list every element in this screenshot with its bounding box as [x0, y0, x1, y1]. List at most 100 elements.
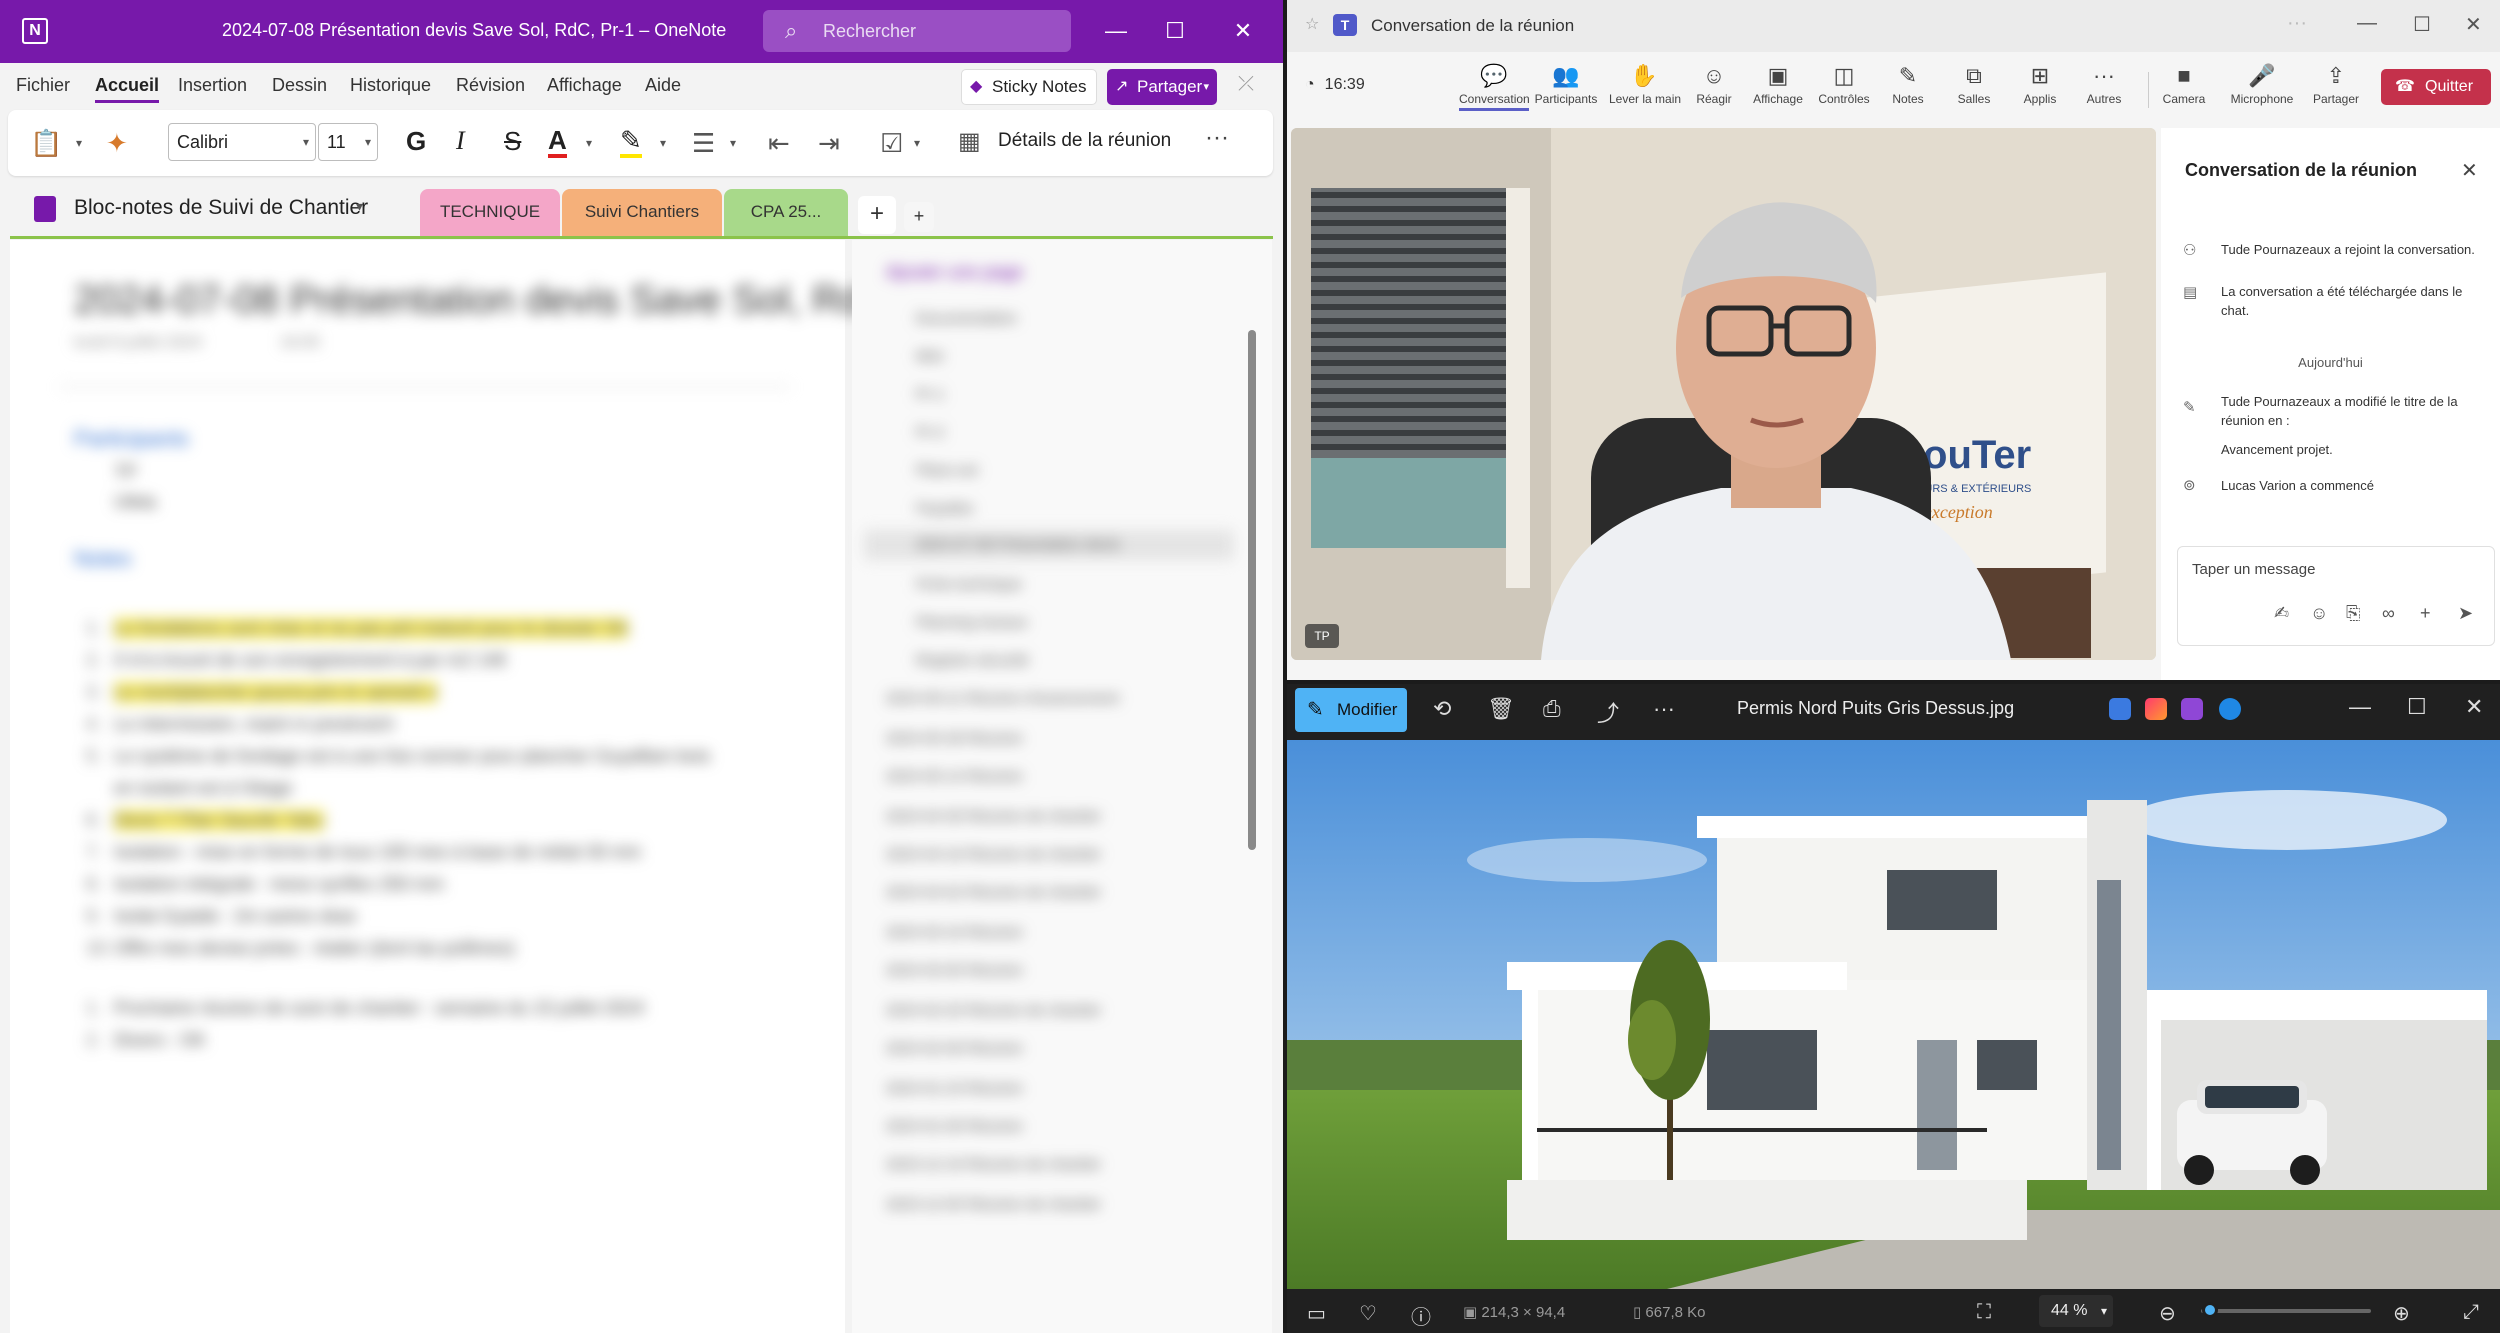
- menu-insertion[interactable]: Insertion: [178, 75, 247, 96]
- maximize-icon[interactable]: ☐: [1155, 14, 1195, 48]
- chevron-down-icon[interactable]: ▾: [356, 198, 363, 215]
- menu-historique[interactable]: Historique: [350, 75, 431, 96]
- highlight-chevron-icon[interactable]: ▾: [660, 126, 666, 160]
- share-screen-button[interactable]: ⇪ Partager: [2301, 62, 2371, 106]
- page-item[interactable]: 2024-04-02 Réunion de chantier: [886, 884, 1101, 901]
- tool-more[interactable]: ··· Autres: [2069, 62, 2139, 106]
- zoom-out-icon[interactable]: ⊖: [2159, 1301, 2176, 1326]
- more-icon[interactable]: ···: [2287, 12, 2307, 35]
- tool-raise-hand[interactable]: ✋ Lever la main: [1609, 62, 1681, 106]
- page-item[interactable]: 2024-05-14 Réunion: [886, 768, 1023, 785]
- pin-icon[interactable]: ☆: [1305, 14, 1319, 34]
- fullscreen-icon[interactable]: ⤢: [2463, 1301, 2479, 1324]
- page-item[interactable]: 2024-05-28 Réunion: [886, 730, 1023, 747]
- edit-button[interactable]: ✎ Modifier: [1295, 688, 1407, 732]
- paste-icon[interactable]: 📋: [30, 126, 62, 160]
- notebook-title[interactable]: Bloc-notes de Suivi de Chantier: [74, 196, 368, 220]
- maximize-icon[interactable]: ☐: [2407, 694, 2427, 720]
- menu-affichage[interactable]: Affichage: [547, 75, 622, 96]
- search-box[interactable]: ⌕ Rechercher: [763, 10, 1071, 52]
- send-icon[interactable]: ➤: [2458, 603, 2473, 624]
- participant-video[interactable]: TraouTer INTÉRIEURS & EXTÉRIEURS d'excep…: [1291, 128, 2156, 660]
- tool-view[interactable]: ▣ Affichage: [1743, 62, 1813, 106]
- increase-indent-icon[interactable]: ⇥: [818, 126, 840, 160]
- camera-button[interactable]: ■ Camera: [2149, 62, 2219, 106]
- tool-conversation[interactable]: 💬 Conversation: [1459, 62, 1530, 111]
- menu-fichier[interactable]: Fichier: [16, 75, 70, 96]
- page-item[interactable]: 2024-01-09 Réunion: [886, 1118, 1023, 1135]
- italic-button[interactable]: I: [456, 126, 465, 156]
- zoom-in-icon[interactable]: ⊕: [2393, 1301, 2410, 1326]
- attach-icon[interactable]: ⎘: [2346, 603, 2360, 624]
- minimize-icon[interactable]: —: [2357, 12, 2377, 35]
- bold-button[interactable]: G: [406, 126, 426, 157]
- maximize-icon[interactable]: ☐: [2413, 12, 2431, 37]
- leave-meeting-button[interactable]: ☎ Quitter: [2381, 69, 2491, 105]
- print-icon[interactable]: ⎙: [1543, 696, 1561, 722]
- font-color-chevron-icon[interactable]: ▾: [586, 126, 592, 160]
- meeting-details-button[interactable]: ▦ Détails de la réunion: [958, 128, 1171, 155]
- page-item[interactable]: Pr-2: [916, 424, 944, 441]
- strikethrough-button[interactable]: S: [504, 126, 521, 157]
- menu-accueil[interactable]: Accueil: [95, 75, 160, 103]
- section-tab-suivi-chantiers[interactable]: Suivi Chantiers: [562, 189, 722, 237]
- menu-revision[interactable]: Révision: [456, 75, 525, 96]
- add-section-button[interactable]: +: [858, 196, 896, 234]
- close-icon[interactable]: ✕: [2465, 12, 2482, 37]
- designer-app-icon[interactable]: [2109, 698, 2131, 720]
- more-icon[interactable]: ···: [1653, 696, 1675, 722]
- page-item[interactable]: 2024-02-06 Réunion: [886, 1040, 1023, 1057]
- info-icon[interactable]: ⓘ: [1411, 1301, 1431, 1330]
- clipchamp-icon[interactable]: [2181, 698, 2203, 720]
- tool-apps[interactable]: ⊞ Applis: [2005, 62, 2075, 106]
- page-item[interactable]: Pr-1: [916, 386, 944, 403]
- highlight-icon[interactable]: ✎: [620, 126, 642, 158]
- bullet-list-chevron-icon[interactable]: ▾: [730, 126, 736, 160]
- sticky-notes-button[interactable]: ◆ Sticky Notes: [961, 69, 1097, 105]
- fit-to-window-icon[interactable]: ⛶: [1977, 1301, 1991, 1324]
- page-item[interactable]: Mini: [916, 348, 944, 365]
- page-item[interactable]: 2024-03-19 Réunion: [886, 924, 1023, 941]
- onedrive-icon[interactable]: [2219, 698, 2241, 720]
- section-tab-technique[interactable]: TECHNIQUE: [420, 189, 560, 237]
- page-item[interactable]: 2024-06-11 Réunion d'avancement: [886, 690, 1119, 707]
- delete-icon[interactable]: 🗑: [1487, 696, 1515, 722]
- bullet-list-icon[interactable]: ☰: [692, 126, 715, 160]
- minimize-icon[interactable]: —: [1096, 14, 1136, 48]
- tool-controls[interactable]: ◫ Contrôles: [1809, 62, 1879, 106]
- close-icon[interactable]: ✕: [2465, 694, 2483, 720]
- page-item[interactable]: 2023-12-05 Réunion de chantier: [886, 1196, 1101, 1213]
- filmstrip-icon[interactable]: ▭: [1307, 1301, 1326, 1326]
- tool-notes[interactable]: ✎ Notes: [1873, 62, 1943, 106]
- share-button[interactable]: ↗ Partager ▾: [1107, 69, 1217, 105]
- zoom-slider[interactable]: [2201, 1309, 2371, 1313]
- page-item[interactable]: 2024-07-08 Présentation devis: [916, 536, 1120, 553]
- menu-dessin[interactable]: Dessin: [272, 75, 327, 96]
- page-item[interactable]: 2024-02-20 Réunion de chantier: [886, 1002, 1101, 1019]
- close-icon[interactable]: ✕: [2461, 158, 2478, 183]
- share-icon[interactable]: ⤴: [1597, 696, 1619, 728]
- menu-aide[interactable]: Aide: [645, 75, 681, 96]
- plus-icon[interactable]: +: [2420, 603, 2431, 624]
- page-item[interactable]: Plans ext: [916, 462, 978, 479]
- minimize-icon[interactable]: —: [2349, 694, 2371, 720]
- decrease-indent-icon[interactable]: ⇤: [768, 126, 790, 160]
- page-item[interactable]: Façades: [916, 500, 974, 517]
- zoom-slider-thumb[interactable]: [2201, 1302, 2218, 1318]
- page-scrollbar[interactable]: [1248, 330, 1256, 850]
- tool-participants[interactable]: 👥 Participants: [1531, 62, 1601, 106]
- zoom-select[interactable]: 44 % ▾: [2039, 1295, 2113, 1327]
- image-viewport[interactable]: [1287, 740, 2500, 1289]
- loop-icon[interactable]: ∞: [2382, 603, 2395, 624]
- close-icon[interactable]: ✕: [1223, 14, 1263, 48]
- favorite-icon[interactable]: ♡: [1359, 1301, 1377, 1326]
- page-item[interactable]: Documentation: [916, 310, 1017, 327]
- tag-chevron-icon[interactable]: ▾: [914, 126, 920, 160]
- format-painter-icon[interactable]: ✦: [106, 126, 128, 160]
- add-section-group-button[interactable]: +: [904, 202, 934, 232]
- microphone-button[interactable]: 🎤 Microphone: [2227, 62, 2297, 106]
- page-item[interactable]: Registre sécurité: [916, 652, 1029, 669]
- page-item[interactable]: 2024-04-30 Réunion de chantier: [886, 808, 1101, 825]
- tool-react[interactable]: ☺ Réagir: [1679, 62, 1749, 106]
- message-input[interactable]: Taper un message: [2192, 561, 2315, 578]
